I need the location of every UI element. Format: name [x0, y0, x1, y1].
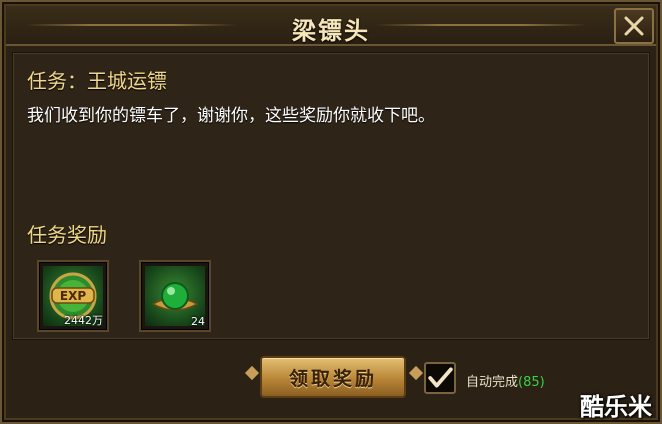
claim-reward-button[interactable]: 领取奖励: [260, 356, 406, 398]
button-ornament-right: [408, 365, 424, 381]
action-bar: 领取奖励 自动完成(85): [12, 346, 650, 418]
button-ornament-left: [244, 365, 260, 381]
checkmark-icon: [428, 367, 453, 388]
watermark: 酷乐米: [580, 393, 652, 421]
reward-quantity: 24: [191, 315, 205, 328]
title-bar: 梁镖头: [6, 6, 656, 46]
auto-complete-text: 自动完成: [466, 375, 519, 390]
claim-reward-label: 领取奖励: [288, 367, 377, 390]
quest-panel: 任务：王城运镖 我们收到你的镖车了，谢谢你，这些奖励你就收下吧。 任务奖励 EX…: [12, 52, 650, 340]
task-title: 任务：王城运镖: [27, 69, 167, 93]
reward-slot-orb[interactable]: 24: [139, 260, 211, 332]
auto-complete-checkbox[interactable]: [424, 362, 456, 394]
reward-slot-exp[interactable]: EXP 2442万: [37, 260, 109, 332]
reward-heading: 任务奖励: [27, 223, 107, 247]
quest-dialog: 梁镖头 任务：王城运镖 我们收到你的镖车了，谢谢你，这些奖励你就收下吧。 任务奖…: [0, 0, 662, 424]
task-description: 我们收到你的镖车了，谢谢你，这些奖励你就收下吧。: [27, 106, 435, 126]
reward-quantity: 2442万: [64, 314, 103, 327]
close-button[interactable]: [614, 8, 654, 44]
dialog-title: 梁镖头: [292, 17, 370, 45]
auto-complete-label: 自动完成(85): [466, 371, 545, 390]
auto-complete-count: (85): [518, 375, 545, 390]
close-x-icon: [624, 16, 644, 36]
svg-text:EXP: EXP: [60, 289, 86, 303]
